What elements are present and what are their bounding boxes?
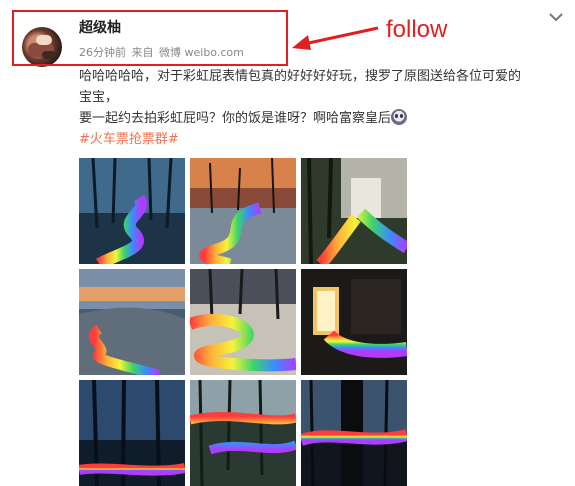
post-text-line: 哈哈哈哈哈，对于彩虹屁表情包真的好好好好玩，搜罗了原图送给各位可爱的 <box>79 69 522 84</box>
photo-thumbnail[interactable] <box>301 380 407 486</box>
post-time[interactable]: 26分钟前 <box>79 46 126 59</box>
post-source[interactable]: 微博 weibo.com <box>159 46 244 59</box>
post-text-span: 要一起约去拍彩虹屁吗？你的饭是谁呀？啊哈富察皇后 <box>79 111 392 126</box>
chevron-down-icon[interactable] <box>549 12 563 22</box>
photo-thumbnail[interactable] <box>190 380 296 486</box>
photo-thumbnail[interactable] <box>79 269 185 375</box>
username[interactable]: 超级柚 <box>79 17 121 37</box>
photo-thumbnail[interactable] <box>79 158 185 264</box>
post-text: 哈哈哈哈哈，对于彩虹屁表情包真的好好好好玩，搜罗了原图送给各位可爱的 宝宝， 要… <box>79 66 565 150</box>
image-grid <box>79 158 407 486</box>
photo-thumbnail[interactable] <box>190 158 296 264</box>
source-prefix: 来自 <box>131 46 154 59</box>
photo-thumbnail[interactable] <box>79 380 185 486</box>
photo-thumbnail[interactable] <box>301 269 407 375</box>
emoji-icon <box>391 109 408 125</box>
arrow-left-icon <box>292 26 379 50</box>
photo-thumbnail[interactable] <box>301 158 407 264</box>
post-text-line: 宝宝， <box>79 90 119 105</box>
photo-thumbnail[interactable] <box>190 269 296 375</box>
hashtag-link[interactable]: #火车票抢票群# <box>79 129 565 150</box>
post-text-line: 要一起约去拍彩虹屁吗？你的饭是谁呀？啊哈富察皇后 <box>79 108 565 129</box>
post-meta: 26分钟前 来自 微博 weibo.com <box>79 44 246 60</box>
follow-annotation-label: follow <box>386 16 448 43</box>
